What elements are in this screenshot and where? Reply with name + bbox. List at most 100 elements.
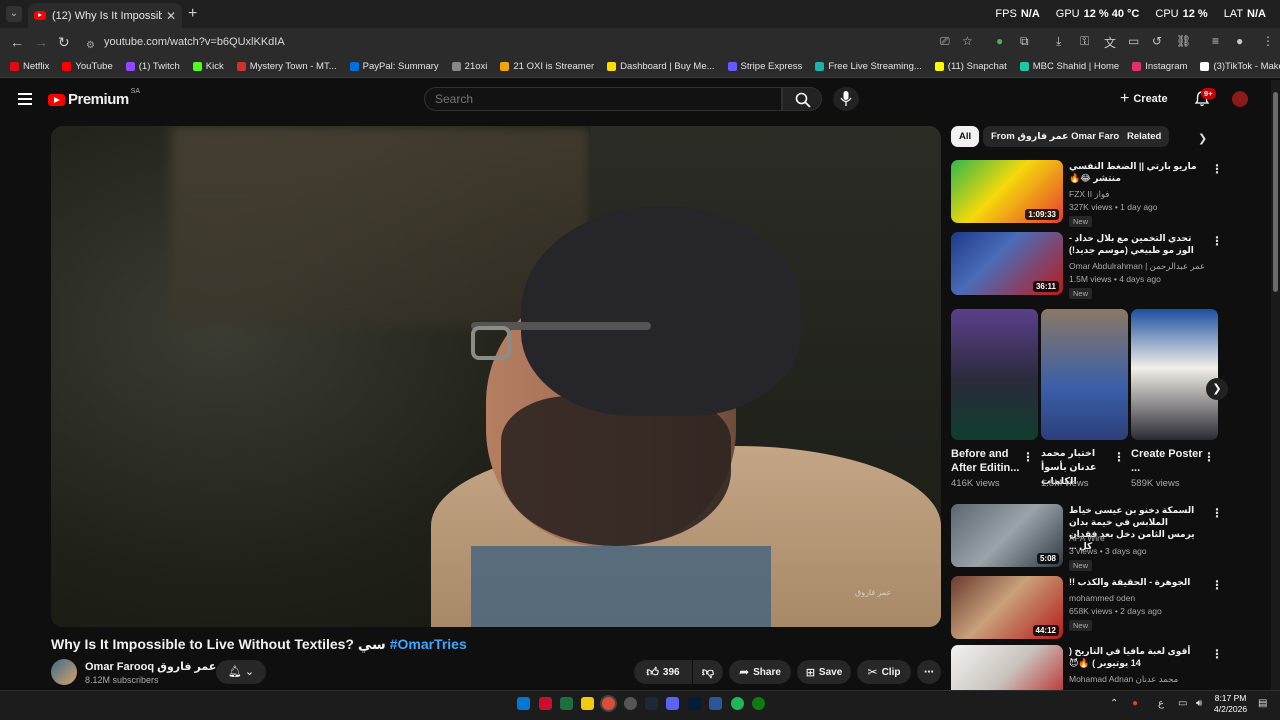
- bookmark-item[interactable]: Kick: [192, 61, 224, 72]
- reading-list-icon[interactable]: ≡: [1212, 34, 1219, 48]
- chip-from-channel[interactable]: From عمر فاروق Omar Farooq: [983, 126, 1139, 147]
- video-thumbnail[interactable]: 1:09:33: [951, 160, 1063, 223]
- back-arrow-icon[interactable]: ←: [10, 34, 24, 50]
- keyboard-language[interactable]: ع: [1158, 698, 1164, 709]
- bookmark-item[interactable]: Free Live Streaming...: [815, 61, 922, 72]
- scrollbar-thumb[interactable]: [1273, 92, 1278, 292]
- spotify-app-icon[interactable]: [731, 697, 744, 710]
- extensions-puzzle-icon[interactable]: ⧉: [1020, 34, 1029, 49]
- forward-arrow-icon[interactable]: →: [34, 34, 48, 50]
- video-title[interactable]: تحدي التخمين مع بلال حداد - الوز مو طبيع…: [1069, 232, 1197, 256]
- chip-related[interactable]: Related: [1119, 126, 1170, 147]
- microphone-tray-icon[interactable]: ●: [1132, 698, 1138, 709]
- channel-name[interactable]: Omar Farooq عمر فاروق ✔: [85, 660, 227, 673]
- extension-shield-icon[interactable]: ●: [996, 34, 1003, 48]
- more-vertical-icon[interactable]: ⋮: [1211, 234, 1223, 248]
- video-title[interactable]: ماريو بارتي || الضغط النفسي منتشر 😂🔥: [1069, 160, 1197, 184]
- notification-center-icon[interactable]: ▤: [1258, 698, 1267, 709]
- video-thumbnail[interactable]: [951, 645, 1063, 690]
- like-button[interactable]: 👍︎ 396: [634, 660, 692, 684]
- windows-start-icon[interactable]: [517, 697, 530, 710]
- youtube-premium-logo[interactable]: Premium SA: [48, 88, 140, 108]
- subscribed-bell-button[interactable]: 🔔︎ ⌄: [216, 660, 266, 684]
- bookmark-item[interactable]: MBC Shahid | Home: [1019, 61, 1119, 72]
- excel-app-icon[interactable]: [560, 697, 573, 710]
- word-app-icon[interactable]: [709, 697, 722, 710]
- file-explorer-icon[interactable]: [581, 697, 594, 710]
- bookmark-item[interactable]: (1) Twitch: [125, 61, 180, 72]
- channel-name[interactable]: Mohamad Adnan محمد عدنان: [1069, 674, 1178, 685]
- more-actions-button[interactable]: ⋯: [917, 660, 941, 684]
- shorts-next-chevron-icon[interactable]: ❯: [1206, 378, 1228, 400]
- reload-icon[interactable]: ↻: [58, 34, 70, 51]
- settings-app-icon[interactable]: [624, 697, 637, 710]
- channel-name[interactable]: APA Wire: [1069, 533, 1105, 543]
- page-scrollbar[interactable]: [1271, 80, 1280, 700]
- more-vertical-icon[interactable]: ⋮: [1113, 450, 1125, 464]
- bookmark-item[interactable]: (11) Snapchat: [934, 61, 1007, 72]
- video-title[interactable]: أقوى لعبة مافيا في التاريخ ( 14 يوتيوبر …: [1069, 645, 1197, 669]
- more-vertical-icon[interactable]: ⋮: [1211, 578, 1223, 592]
- wallet-icon[interactable]: ▭: [1128, 34, 1139, 48]
- site-info-icon[interactable]: ⚙: [86, 36, 95, 56]
- link-icon[interactable]: ⛓: [1176, 34, 1191, 48]
- channel-name[interactable]: FZX II فواز: [1069, 189, 1109, 200]
- bookmark-item[interactable]: PayPal: Summary: [349, 61, 439, 72]
- bookmark-item[interactable]: 21 OXI is Streamer: [500, 61, 594, 72]
- tab-close-icon[interactable]: ✕: [166, 9, 176, 23]
- save-button[interactable]: ⊞ Save: [797, 660, 851, 684]
- bookmark-item[interactable]: (3)TikTok - Make Yo...: [1200, 61, 1280, 72]
- bookmark-item[interactable]: YouTube: [62, 61, 113, 72]
- monitor-tray-icon[interactable]: ▭: [1178, 698, 1187, 709]
- video-thumbnail[interactable]: 5:08: [951, 504, 1063, 567]
- bookmark-item[interactable]: Mystery Town - MT...: [236, 61, 337, 72]
- video-player[interactable]: [51, 126, 941, 627]
- create-button[interactable]: + Create: [1120, 89, 1168, 109]
- bookmark-item[interactable]: Instagram: [1132, 61, 1187, 72]
- video-thumbnail[interactable]: 44:12: [951, 576, 1063, 639]
- steam-app-icon[interactable]: [645, 697, 658, 710]
- recommended-video[interactable]: أقوى لعبة مافيا في التاريخ ( 14 يوتيوبر …: [951, 645, 1221, 690]
- clip-button[interactable]: ✂ Clip: [857, 660, 911, 684]
- volume-icon[interactable]: 🔊︎: [1196, 698, 1202, 709]
- channel-avatar[interactable]: [51, 659, 77, 685]
- browser-menu-icon[interactable]: ⋮: [1262, 34, 1274, 48]
- photoshop-app-icon[interactable]: [688, 697, 701, 710]
- recommended-video[interactable]: 5:08 السمكة دخنو بن عيسى خياط الملابس في…: [951, 504, 1223, 574]
- short-thumbnail[interactable]: [1041, 309, 1128, 440]
- more-vertical-icon[interactable]: ⋮: [1022, 450, 1034, 464]
- hamburger-menu-icon[interactable]: [18, 93, 32, 108]
- voice-search-button[interactable]: [833, 87, 859, 111]
- video-thumbnail[interactable]: 36:11: [951, 232, 1063, 295]
- bookmark-item[interactable]: Stripe Express: [727, 61, 802, 72]
- search-input[interactable]: [424, 87, 782, 111]
- bookmark-item[interactable]: Netflix: [10, 61, 49, 72]
- tab-search-button[interactable]: ⌄: [6, 6, 22, 22]
- channel-name[interactable]: mohammed oden: [1069, 593, 1135, 603]
- recommended-video[interactable]: 44:12 الجوهرة - الحقيقة والكذب !! mohamm…: [951, 576, 1223, 646]
- account-avatar[interactable]: [1232, 91, 1248, 107]
- more-vertical-icon[interactable]: ⋮: [1211, 647, 1221, 661]
- browser-tab-active[interactable]: (12) Why Is It Impossible to Live ✕: [28, 3, 182, 28]
- key-icon[interactable]: ⚿: [1080, 34, 1089, 49]
- more-vertical-icon[interactable]: ⋮: [1203, 450, 1215, 464]
- discord-app-icon[interactable]: [666, 697, 679, 710]
- chip-all[interactable]: All: [951, 126, 980, 147]
- chips-next-chevron-icon[interactable]: ❯: [1198, 132, 1207, 145]
- cast-icon[interactable]: ⎚: [940, 34, 950, 49]
- recommended-video[interactable]: 36:11 تحدي التخمين مع بلال حداد - الوز م…: [951, 232, 1223, 302]
- chrome-app-icon[interactable]: [602, 697, 615, 710]
- profile-avatar[interactable]: ●: [1236, 34, 1243, 48]
- short-thumbnail[interactable]: [951, 309, 1038, 440]
- short-title[interactable]: Before and After Editin...: [951, 447, 1023, 475]
- dislike-button[interactable]: 👎︎: [693, 660, 723, 684]
- new-tab-button[interactable]: +: [188, 5, 197, 23]
- more-vertical-icon[interactable]: ⋮: [1211, 506, 1223, 520]
- hashtag-link[interactable]: #OmarTries: [390, 636, 467, 652]
- more-vertical-icon[interactable]: ⋮: [1211, 162, 1223, 176]
- address-bar[interactable]: ⚙ youtube.com/watch?v=b6QUxlKKdIA: [78, 32, 938, 52]
- translate-icon[interactable]: 文: [1104, 34, 1116, 51]
- share-button[interactable]: ➦ Share: [729, 660, 791, 684]
- channel-name[interactable]: Omar Abdulrahman | عمر عبدالرحمن: [1069, 261, 1205, 272]
- recommended-video[interactable]: 1:09:33 ماريو بارتي || الضغط النفسي منتش…: [951, 160, 1223, 230]
